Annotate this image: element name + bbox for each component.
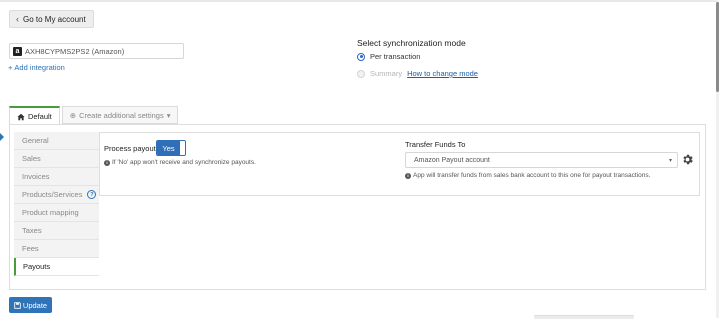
transfer-funds-label: Transfer Funds To [405, 140, 465, 149]
update-label: Update [23, 301, 47, 310]
tab-create-additional-settings[interactable]: ⊕ Create additional settings ▾ [62, 106, 179, 124]
active-section-marker [0, 133, 4, 141]
sidebar-item-invoices[interactable]: Invoices [14, 168, 99, 186]
sidebar-item-fees[interactable]: Fees [14, 240, 99, 258]
integration-name: AXH8CYPMS2PS2 (Amazon) [25, 47, 124, 56]
radio-checked-icon[interactable] [357, 53, 365, 61]
sidebar-item-label: Products/Services [22, 190, 82, 199]
home-icon [17, 113, 25, 121]
update-button[interactable]: Update [9, 297, 52, 313]
sync-option-summary: Summary How to change mode [357, 69, 478, 78]
sidebar-item-label: Payouts [23, 262, 50, 271]
sidebar-item-sales[interactable]: Sales [14, 150, 99, 168]
sync-option-per-transaction[interactable]: Per transaction [357, 52, 420, 61]
settings-sidebar: General Sales Invoices Products/Services… [14, 132, 99, 276]
sidebar-item-product-mapping[interactable]: Product mapping [14, 204, 99, 222]
transfer-funds-info: i App will transfer funds from sales ban… [405, 172, 650, 179]
transfer-funds-select[interactable]: Amazon Payout account ▾ [405, 152, 678, 168]
info-icon: i [104, 160, 110, 166]
plus-icon: + [8, 63, 12, 72]
sidebar-item-label: Invoices [22, 172, 50, 181]
sidebar-item-label: General [22, 136, 49, 145]
tab-default[interactable]: Default [9, 106, 60, 125]
chevron-down-icon: ▾ [167, 111, 171, 120]
go-to-my-account-button[interactable]: ‹ Go to My account [9, 10, 94, 28]
add-integration-label: Add integration [14, 63, 64, 72]
sidebar-item-label: Sales [22, 154, 41, 163]
tab-create-label: Create additional settings [79, 111, 164, 120]
sidebar-item-general[interactable]: General [14, 132, 99, 150]
tab-default-label: Default [28, 112, 52, 121]
sidebar-item-label: Fees [22, 244, 39, 253]
how-to-change-mode-link[interactable]: How to change mode [407, 69, 478, 78]
sidebar-item-products-services[interactable]: Products/Services ? [14, 186, 99, 204]
top-divider [0, 0, 719, 2]
process-payouts-info: i If 'No' app won't receive and synchron… [104, 159, 256, 166]
chevron-left-icon: ‹ [16, 14, 19, 24]
sidebar-item-label: Product mapping [22, 208, 79, 217]
plus-circle-icon: ⊕ [70, 111, 76, 120]
add-integration-link[interactable]: + Add integration [8, 63, 65, 72]
toggle-off-area [180, 141, 185, 155]
transfer-funds-value: Amazon Payout account [414, 157, 490, 164]
gear-icon[interactable] [681, 153, 694, 166]
save-icon [14, 302, 21, 309]
integration-selector[interactable]: a AXH8CYPMS2PS2 (Amazon) [9, 43, 184, 59]
toggle-yes: Yes [157, 141, 180, 155]
transfer-info-text: App will transfer funds from sales bank … [413, 172, 650, 179]
sidebar-item-label: Taxes [22, 226, 42, 235]
process-payouts-label: Process payouts [104, 144, 159, 153]
go-to-my-account-label: Go to My account [23, 15, 86, 24]
process-payouts-toggle[interactable]: Yes [156, 140, 186, 156]
per-transaction-label: Per transaction [370, 52, 420, 61]
summary-label: Summary [370, 69, 402, 78]
sync-mode-title: Select synchronization mode [357, 38, 466, 48]
process-info-text: If 'No' app won't receive and synchroniz… [112, 159, 256, 166]
settings-tabs: Default ⊕ Create additional settings ▾ [9, 106, 178, 125]
info-icon: i [405, 173, 411, 179]
sidebar-item-taxes[interactable]: Taxes [14, 222, 99, 240]
bottom-edge-element [534, 315, 634, 319]
amazon-icon: a [13, 47, 22, 56]
sidebar-item-payouts[interactable]: Payouts [14, 258, 99, 276]
chevron-down-icon: ▾ [669, 157, 672, 164]
help-icon[interactable]: ? [87, 190, 96, 199]
radio-disabled-icon [357, 70, 365, 78]
